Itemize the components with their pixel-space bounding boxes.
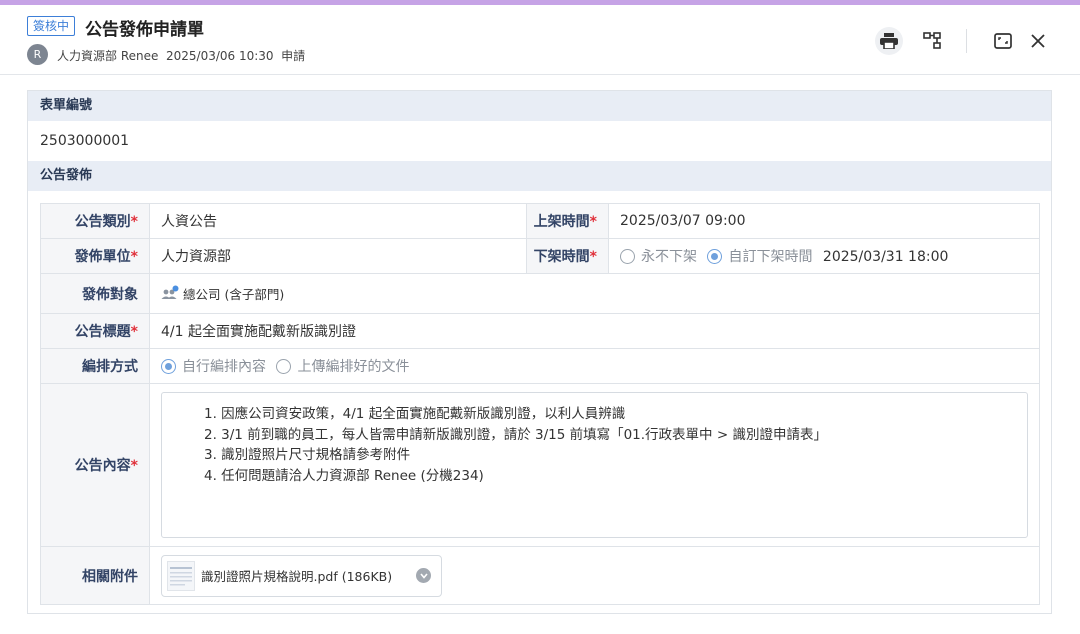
unpublish-time-field: 永不下架 自訂下架時間 2025/03/31 18:00 xyxy=(608,238,1040,274)
radio-icon xyxy=(620,249,635,264)
layout-self-radio[interactable]: 自行編排內容 xyxy=(161,359,266,375)
target-value: 總公司 (含子部門) xyxy=(149,273,1040,314)
table-row: 發佈單位* 人力資源部 下架時間* 永不下架 自訂下架時間 2025/03/31… xyxy=(40,238,1040,274)
unpublish-never-radio[interactable]: 永不下架 xyxy=(620,249,697,265)
unpublish-time-value: 2025/03/31 18:00 xyxy=(822,249,949,265)
group-icon xyxy=(161,285,179,299)
content-cell: 1. 因應公司資安政策，4/1 起全面實施配戴新版識別證，以利人員辨識 2. 3… xyxy=(149,383,1040,547)
print-button[interactable] xyxy=(875,27,903,55)
workflow-button[interactable] xyxy=(918,27,946,55)
close-button[interactable] xyxy=(1024,27,1052,55)
announcement-fields: 公告類別* 人資公告 上架時間* 2025/03/07 09:00 發佈單位* … xyxy=(40,203,1040,605)
table-row: 公告類別* 人資公告 上架時間* 2025/03/07 09:00 xyxy=(40,203,1040,239)
expand-icon xyxy=(994,33,1012,49)
form-body: 表單編號 2503000001 公告發佈 公告類別* 人資公告 上架時間* 20… xyxy=(27,90,1052,614)
file-icon xyxy=(167,560,195,591)
announcement-section-header: 公告發佈 xyxy=(28,161,1051,191)
unit-label: 發佈單位* xyxy=(40,238,150,274)
radio-icon xyxy=(276,359,292,374)
unpublish-custom-radio[interactable]: 自訂下架時間 xyxy=(707,249,812,265)
category-value: 人資公告 xyxy=(149,203,527,239)
attachment-cell: 識別證照片規格說明.pdf (186KB) xyxy=(149,546,1040,605)
content-textarea[interactable]: 1. 因應公司資安政策，4/1 起全面實施配戴新版識別證，以利人員辨識 2. 3… xyxy=(161,392,1028,538)
category-label: 公告類別* xyxy=(40,203,150,239)
radio-checked-icon xyxy=(707,249,723,264)
content-line: 1. 因應公司資安政策，4/1 起全面實施配戴新版識別證，以利人員辨識 xyxy=(204,406,626,422)
layout-upload-radio[interactable]: 上傳編排好的文件 xyxy=(276,359,409,375)
table-row: 相關附件 識別證照片規格說明.pdf (186KB) xyxy=(40,546,1040,605)
header-divider xyxy=(966,29,967,53)
close-icon xyxy=(1031,34,1045,48)
target-label: 發佈對象 xyxy=(40,273,150,314)
status-badge: 簽核中 xyxy=(27,16,76,36)
page-title: 公告發佈申請單 xyxy=(85,20,204,40)
form-number-section-header: 表單編號 xyxy=(28,91,1051,121)
form-number-value: 2503000001 xyxy=(40,133,130,149)
layout-field: 自行編排內容 上傳編排好的文件 xyxy=(149,348,1040,384)
table-row: 公告標題* 4/1 起全面實施配戴新版識別證 xyxy=(40,313,1040,349)
unpublish-time-label: 下架時間* xyxy=(526,238,609,274)
applicant-meta: 人力資源部 Renee 2025/03/06 10:30 申請 xyxy=(57,49,306,63)
avatar: R xyxy=(27,44,48,65)
subject-value: 4/1 起全面實施配戴新版識別證 xyxy=(149,313,1040,349)
chevron-down-icon[interactable] xyxy=(416,568,432,583)
workflow-icon xyxy=(923,32,941,49)
table-row: 公告內容* 1. 因應公司資安政策，4/1 起全面實施配戴新版識別證，以利人員辨… xyxy=(40,383,1040,547)
publish-time-label: 上架時間* xyxy=(526,203,609,239)
table-row: 編排方式 自行編排內容 上傳編排好的文件 xyxy=(40,348,1040,384)
layout-label: 編排方式 xyxy=(40,348,150,384)
radio-checked-icon xyxy=(161,359,176,374)
attachment-name: 識別證照片規格說明.pdf (186KB) xyxy=(201,569,393,584)
expand-button[interactable] xyxy=(989,27,1017,55)
publish-time-value: 2025/03/07 09:00 xyxy=(608,203,1040,239)
content-line: 4. 任何問題請洽人力資源部 Renee (分機234) xyxy=(204,467,484,484)
table-row: 發佈對象 總公司 (含子部門) xyxy=(40,273,1040,314)
form-header: 簽核中 公告發佈申請單 R 人力資源部 Renee 2025/03/06 10:… xyxy=(0,5,1080,75)
subject-label: 公告標題* xyxy=(40,313,150,349)
content-line: 3. 識別證照片尺寸規格請參考附件 xyxy=(204,447,411,463)
content-line: 2. 3/1 前到職的員工，每人皆需申請新版識別證，請於 3/15 前填寫「01… xyxy=(204,426,827,443)
attachment-item[interactable]: 識別證照片規格說明.pdf (186KB) xyxy=(161,554,443,597)
print-icon xyxy=(880,33,898,49)
content-label: 公告內容* xyxy=(40,383,150,547)
attachment-label: 相關附件 xyxy=(40,546,150,605)
unit-value: 人力資源部 xyxy=(149,238,527,274)
